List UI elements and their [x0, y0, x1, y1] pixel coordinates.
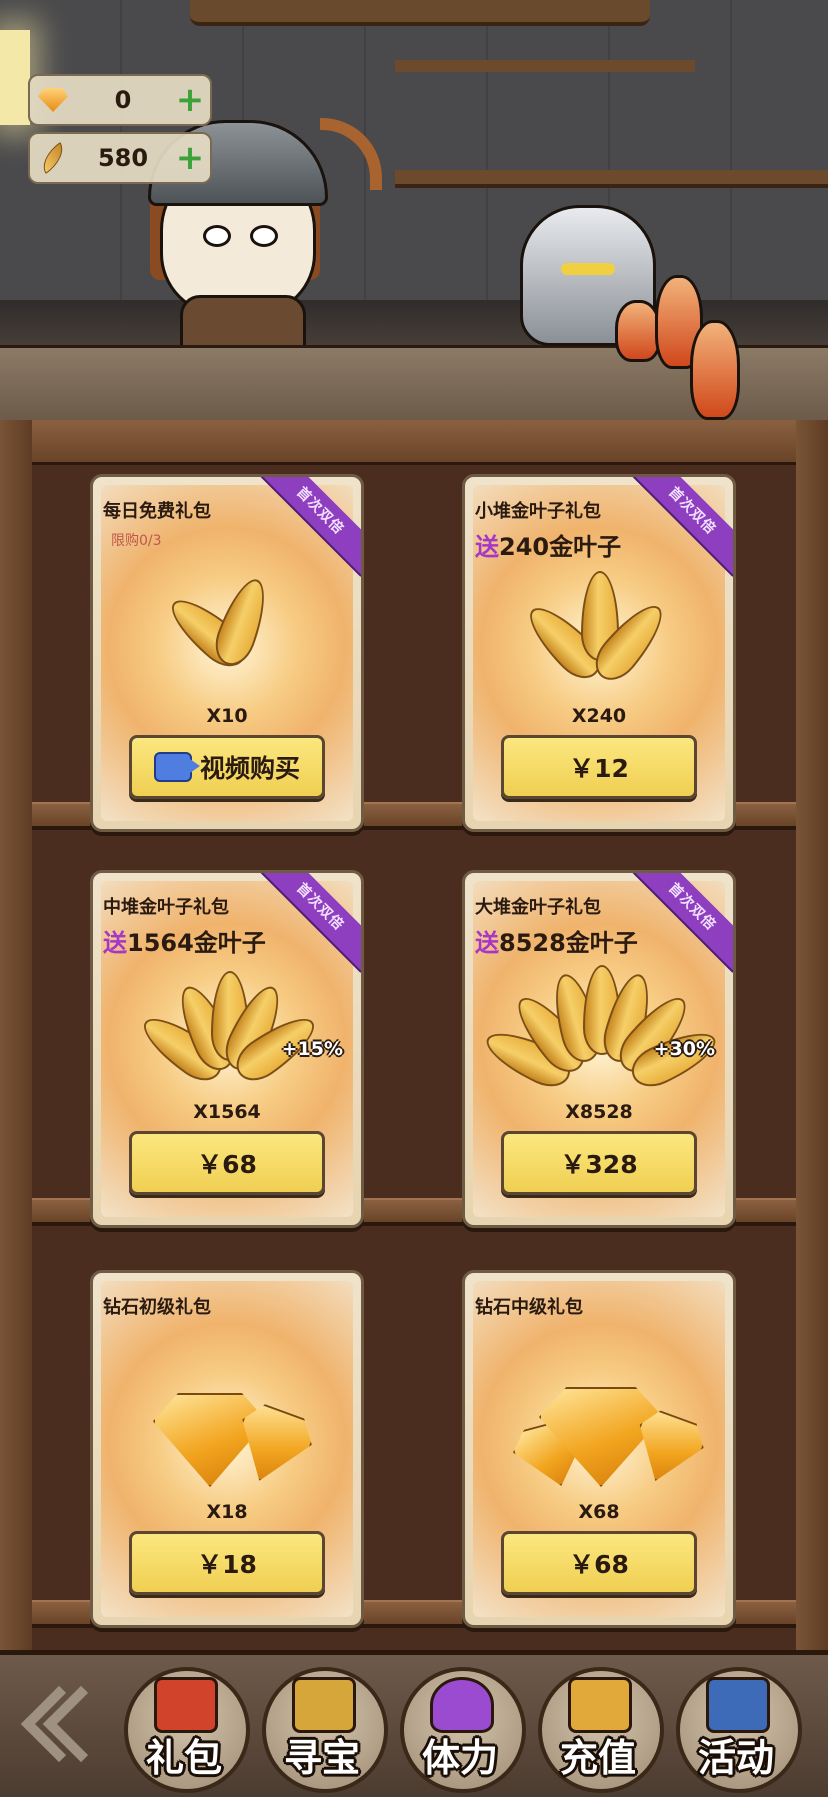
nav-gift-pack[interactable]: 礼包 — [120, 1663, 250, 1793]
window-light — [0, 30, 30, 125]
nav-recharge[interactable]: 充值 — [534, 1663, 664, 1793]
shelf-top-board — [0, 420, 828, 465]
gold-leaf-icon — [30, 142, 76, 174]
treasure-map-icon — [292, 1677, 356, 1733]
nav-treasure-hunt[interactable]: 寻宝 — [258, 1663, 388, 1793]
buy-button[interactable]: ￥328 — [501, 1131, 697, 1195]
ceiling-beam — [190, 0, 650, 26]
back-arrow-icon[interactable] — [14, 1683, 120, 1773]
potion-bottle — [690, 320, 740, 420]
nav-stamina[interactable]: 体力 — [396, 1663, 526, 1793]
medium-gold-leaf-pack-card[interactable]: 中堆金叶子礼包 送1564金叶子 首次双倍 +15% X1564 ￥68 — [90, 870, 364, 1228]
wall-shelf — [395, 170, 828, 188]
pack-quantity: X68 — [578, 1501, 620, 1523]
buy-button[interactable]: ￥68 — [129, 1131, 325, 1195]
shopkeeper-eye-left — [203, 225, 231, 247]
purchase-limit: 限购0/3 — [111, 533, 162, 549]
large-gold-leaf-pack-card[interactable]: 大堆金叶子礼包 送8528金叶子 首次双倍 +30% X8528 ￥328 — [462, 870, 736, 1228]
potion-icon — [430, 1677, 494, 1733]
gold-pile-icon — [568, 1677, 632, 1733]
gold-leaf-count: 580 — [97, 144, 149, 172]
small-gold-leaf-pack-card[interactable]: 小堆金叶子礼包 送240金叶子 首次双倍 X240 ￥12 — [462, 474, 736, 832]
wall-shelf-top — [395, 60, 695, 72]
diamond-icon — [93, 1353, 361, 1503]
add-gold-leaf-button[interactable]: + — [170, 141, 210, 175]
horn-icon — [706, 1677, 770, 1733]
diamond-icon — [30, 88, 76, 112]
video-camera-icon — [153, 752, 200, 782]
pack-title: 钻石中级礼包 — [475, 1297, 583, 1318]
pack-title: 钻石初级礼包 — [103, 1297, 211, 1318]
video-buy-label: 视频购买 — [199, 754, 300, 783]
add-diamond-button[interactable]: + — [170, 83, 210, 117]
gold-leaf-icon — [465, 557, 733, 707]
pack-quantity: X10 — [206, 705, 248, 727]
gold-leaf-icon — [93, 953, 361, 1103]
diamond-count: 0 — [114, 86, 132, 114]
bonus-percent: +15% — [281, 1038, 343, 1060]
pack-title: 小堆金叶子礼包 — [475, 501, 601, 522]
gold-leaf-counter: 580 + — [28, 132, 212, 184]
buy-button[interactable]: ￥12 — [501, 735, 697, 799]
buy-button[interactable]: ￥68 — [501, 1531, 697, 1595]
gold-leaf-icon — [465, 953, 733, 1103]
shelf-post-right — [796, 420, 828, 1650]
daily-free-pack-card[interactable]: 每日免费礼包 限购0/3 首次双倍 X10 视频购买 — [90, 474, 364, 832]
bottom-nav: 礼包 寻宝 体力 充值 活动 — [0, 1650, 828, 1797]
diamond-intermediate-pack-card[interactable]: 钻石中级礼包 X68 ￥68 — [462, 1270, 736, 1628]
diamond-counter: 0 + — [28, 74, 212, 126]
diamond-basic-pack-card[interactable]: 钻石初级礼包 X18 ￥18 — [90, 1270, 364, 1628]
shelf-post-left — [0, 420, 32, 1650]
pack-title: 中堆金叶子礼包 — [103, 897, 229, 918]
pack-quantity: X1564 — [193, 1101, 261, 1123]
shopkeeper-eye-right — [250, 225, 278, 247]
nav-events[interactable]: 活动 — [672, 1663, 802, 1793]
bonus-percent: +30% — [653, 1038, 715, 1060]
pack-title: 每日免费礼包 — [103, 501, 211, 522]
gift-box-icon — [154, 1677, 218, 1733]
pack-quantity: X18 — [206, 1501, 248, 1523]
shopkeeper-scene — [0, 0, 828, 420]
pack-quantity: X8528 — [565, 1101, 633, 1123]
pack-title: 大堆金叶子礼包 — [475, 897, 601, 918]
diamond-icon — [465, 1353, 733, 1503]
video-buy-button[interactable]: 视频购买 — [129, 735, 325, 799]
buy-button[interactable]: ￥18 — [129, 1531, 325, 1595]
gold-leaf-icon — [93, 557, 361, 707]
pack-quantity: X240 — [571, 705, 627, 727]
